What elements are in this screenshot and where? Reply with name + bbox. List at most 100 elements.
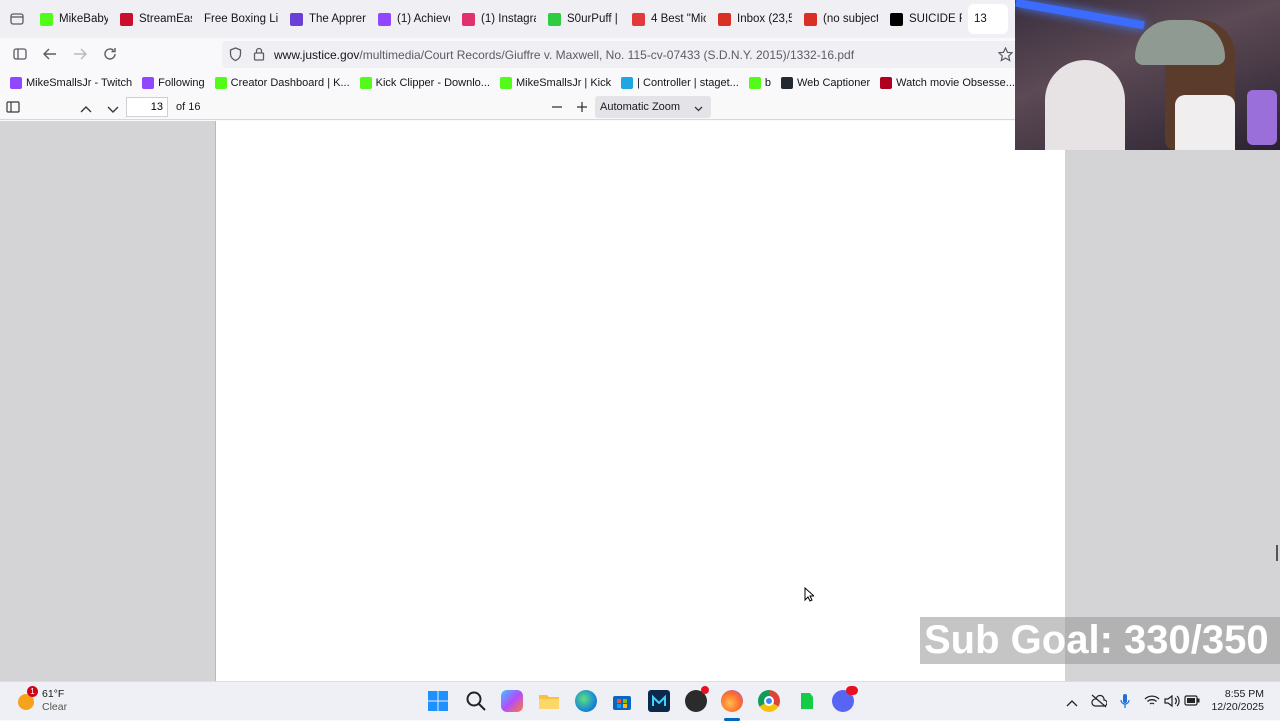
bookmark-label: | Controller | staget... <box>637 76 739 89</box>
tab-label: SUICIDE FO <box>909 13 962 25</box>
copilot-icon[interactable] <box>501 690 523 712</box>
bookmark-label: MikeSmallsJr | Kick <box>515 76 612 89</box>
bookmark-item[interactable]: Watch movie Obsesse... <box>880 76 1015 89</box>
reload-icon[interactable] <box>100 44 120 64</box>
page-count-label: of 16 <box>176 101 201 113</box>
bookmark-label: Kick Clipper - Downlo... <box>375 76 490 89</box>
tab-label: Inbox (23,5 <box>737 13 792 25</box>
battery-icon[interactable] <box>1184 695 1200 709</box>
browser-tab[interactable]: (1) Instagra <box>456 0 542 38</box>
browser-tab[interactable]: 4 Best "Mic <box>626 0 712 38</box>
zoom-in-icon[interactable] <box>576 101 588 116</box>
chrome-icon[interactable] <box>758 690 780 712</box>
clock[interactable]: 8:55 PM 12/20/2025 <box>1211 688 1264 714</box>
next-page-icon[interactable] <box>107 103 119 117</box>
browser-tab[interactable]: (no subject <box>798 0 884 38</box>
zoom-out-icon[interactable] <box>551 101 563 116</box>
doc-icon <box>290 12 303 26</box>
bookmark-item[interactable]: Web Captioner <box>780 76 871 89</box>
leaf-icon <box>548 12 561 26</box>
sub-goal-overlay: Sub Goal: 330/350 <box>920 617 1280 664</box>
tab-label: 13 <box>974 13 987 25</box>
bookmark-label: Creator Dashboard | K... <box>230 76 350 89</box>
bookmark-item[interactable]: Following <box>142 76 205 89</box>
edge-icon[interactable] <box>575 690 597 712</box>
app-icon[interactable] <box>648 690 670 712</box>
tab-label: (no subject <box>823 13 878 25</box>
bookmark-item[interactable]: Creator Dashboard | K... <box>214 76 350 89</box>
url-path: /multimedia/Court Records/Giuffre v. Max… <box>359 48 855 62</box>
browser-tab[interactable]: MikeBabyy <box>34 0 114 38</box>
gmail-icon <box>718 12 731 26</box>
previous-page-icon[interactable] <box>80 102 92 116</box>
tab-label: MikeBabyy <box>59 13 108 25</box>
cloud-off-icon[interactable] <box>1091 694 1108 711</box>
bookmark-favicon-icon <box>214 76 227 89</box>
obs-icon[interactable] <box>685 686 709 712</box>
windows-taskbar: 1 61°F Clear 8:55 PM 12/20/2025 <box>0 681 1280 721</box>
lock-icon[interactable] <box>253 47 265 64</box>
forward-icon[interactable] <box>70 44 90 64</box>
bookmark-label: Web Captioner <box>796 76 871 89</box>
browser-tab[interactable]: The Apprer <box>284 0 372 38</box>
volume-icon[interactable] <box>1164 694 1180 711</box>
firefox-icon[interactable] <box>721 690 743 721</box>
weather-desc: Clear <box>42 701 68 713</box>
browser-tab[interactable]: (1) Achieve <box>372 0 456 38</box>
tab-label: 4 Best "Mic <box>651 13 706 25</box>
bookmark-label: Following <box>158 76 205 89</box>
microphone-icon[interactable] <box>1120 693 1130 712</box>
bookmark-star-icon[interactable] <box>995 44 1015 64</box>
shield-icon[interactable] <box>229 47 242 65</box>
tab-label: Free Boxing Liv <box>204 13 278 25</box>
weather-badge: 1 <box>27 686 38 697</box>
pdf-page <box>215 121 1065 681</box>
bookmark-item[interactable]: | Controller | staget... <box>621 76 739 89</box>
gmail-icon <box>804 12 817 26</box>
zoom-select[interactable]: Automatic Zoom <box>595 96 711 118</box>
instagram-icon <box>462 12 475 26</box>
bookmark-item[interactable]: Kick Clipper - Downlo... <box>359 76 490 89</box>
browser-tab[interactable]: StreamEast <box>114 0 198 38</box>
zoom-select-value: Automatic Zoom <box>600 101 681 113</box>
bookmark-label: b <box>764 76 771 89</box>
wifi-icon[interactable] <box>1144 694 1160 710</box>
bookmark-item[interactable]: b <box>748 76 771 89</box>
scrollbar-thumb[interactable] <box>1276 545 1278 561</box>
evernote-icon[interactable] <box>795 690 817 712</box>
browser-tab[interactable]: S0urPuff | T <box>542 0 626 38</box>
pdf-sidebar-toggle-icon[interactable] <box>6 101 20 116</box>
file-explorer-icon[interactable] <box>538 690 560 712</box>
browser-tab[interactable]: SUICIDE FO <box>884 0 968 38</box>
url-bar[interactable]: www.justice.gov/multimedia/Court Records… <box>222 41 1020 68</box>
tab-label: StreamEast <box>139 13 192 25</box>
bookmark-label: MikeSmallsJr - Twitch <box>26 76 133 89</box>
bookmark-favicon-icon <box>10 76 22 89</box>
webcam-overlay <box>1015 0 1280 150</box>
bookmark-favicon-icon <box>359 76 372 89</box>
kick-icon <box>40 12 53 26</box>
page-number-input[interactable] <box>126 97 168 117</box>
browser-tab[interactable]: Free Boxing Liv <box>198 0 284 38</box>
tab-label: S0urPuff | T <box>567 13 620 25</box>
bookmark-item[interactable]: MikeSmallsJr | Kick <box>499 76 612 89</box>
tab-label: (1) Instagra <box>481 13 536 25</box>
sidebar-toggle-icon[interactable] <box>10 44 30 64</box>
store-icon[interactable] <box>611 690 633 712</box>
browser-tab[interactable]: Inbox (23,5 <box>712 0 798 38</box>
chevron-up-icon[interactable] <box>1066 696 1078 710</box>
bookmark-favicon-icon <box>499 76 512 89</box>
tab-list-icon[interactable] <box>0 0 34 38</box>
back-icon[interactable] <box>40 44 60 64</box>
streameast-icon <box>120 12 133 26</box>
bookmark-favicon-icon <box>880 76 893 89</box>
twitch-icon <box>378 12 391 26</box>
weather-widget[interactable]: 1 61°F Clear <box>0 682 90 721</box>
browser-tab[interactable]: 13 <box>968 4 1008 34</box>
bookmark-item[interactable]: MikeSmallsJr - Twitch <box>10 76 133 89</box>
url-text[interactable]: www.justice.gov/multimedia/Court Records… <box>274 48 854 62</box>
pdf-viewer[interactable] <box>0 121 1280 681</box>
start-icon[interactable] <box>427 690 449 712</box>
search-icon[interactable] <box>465 690 487 712</box>
discord-icon[interactable] <box>832 686 858 712</box>
